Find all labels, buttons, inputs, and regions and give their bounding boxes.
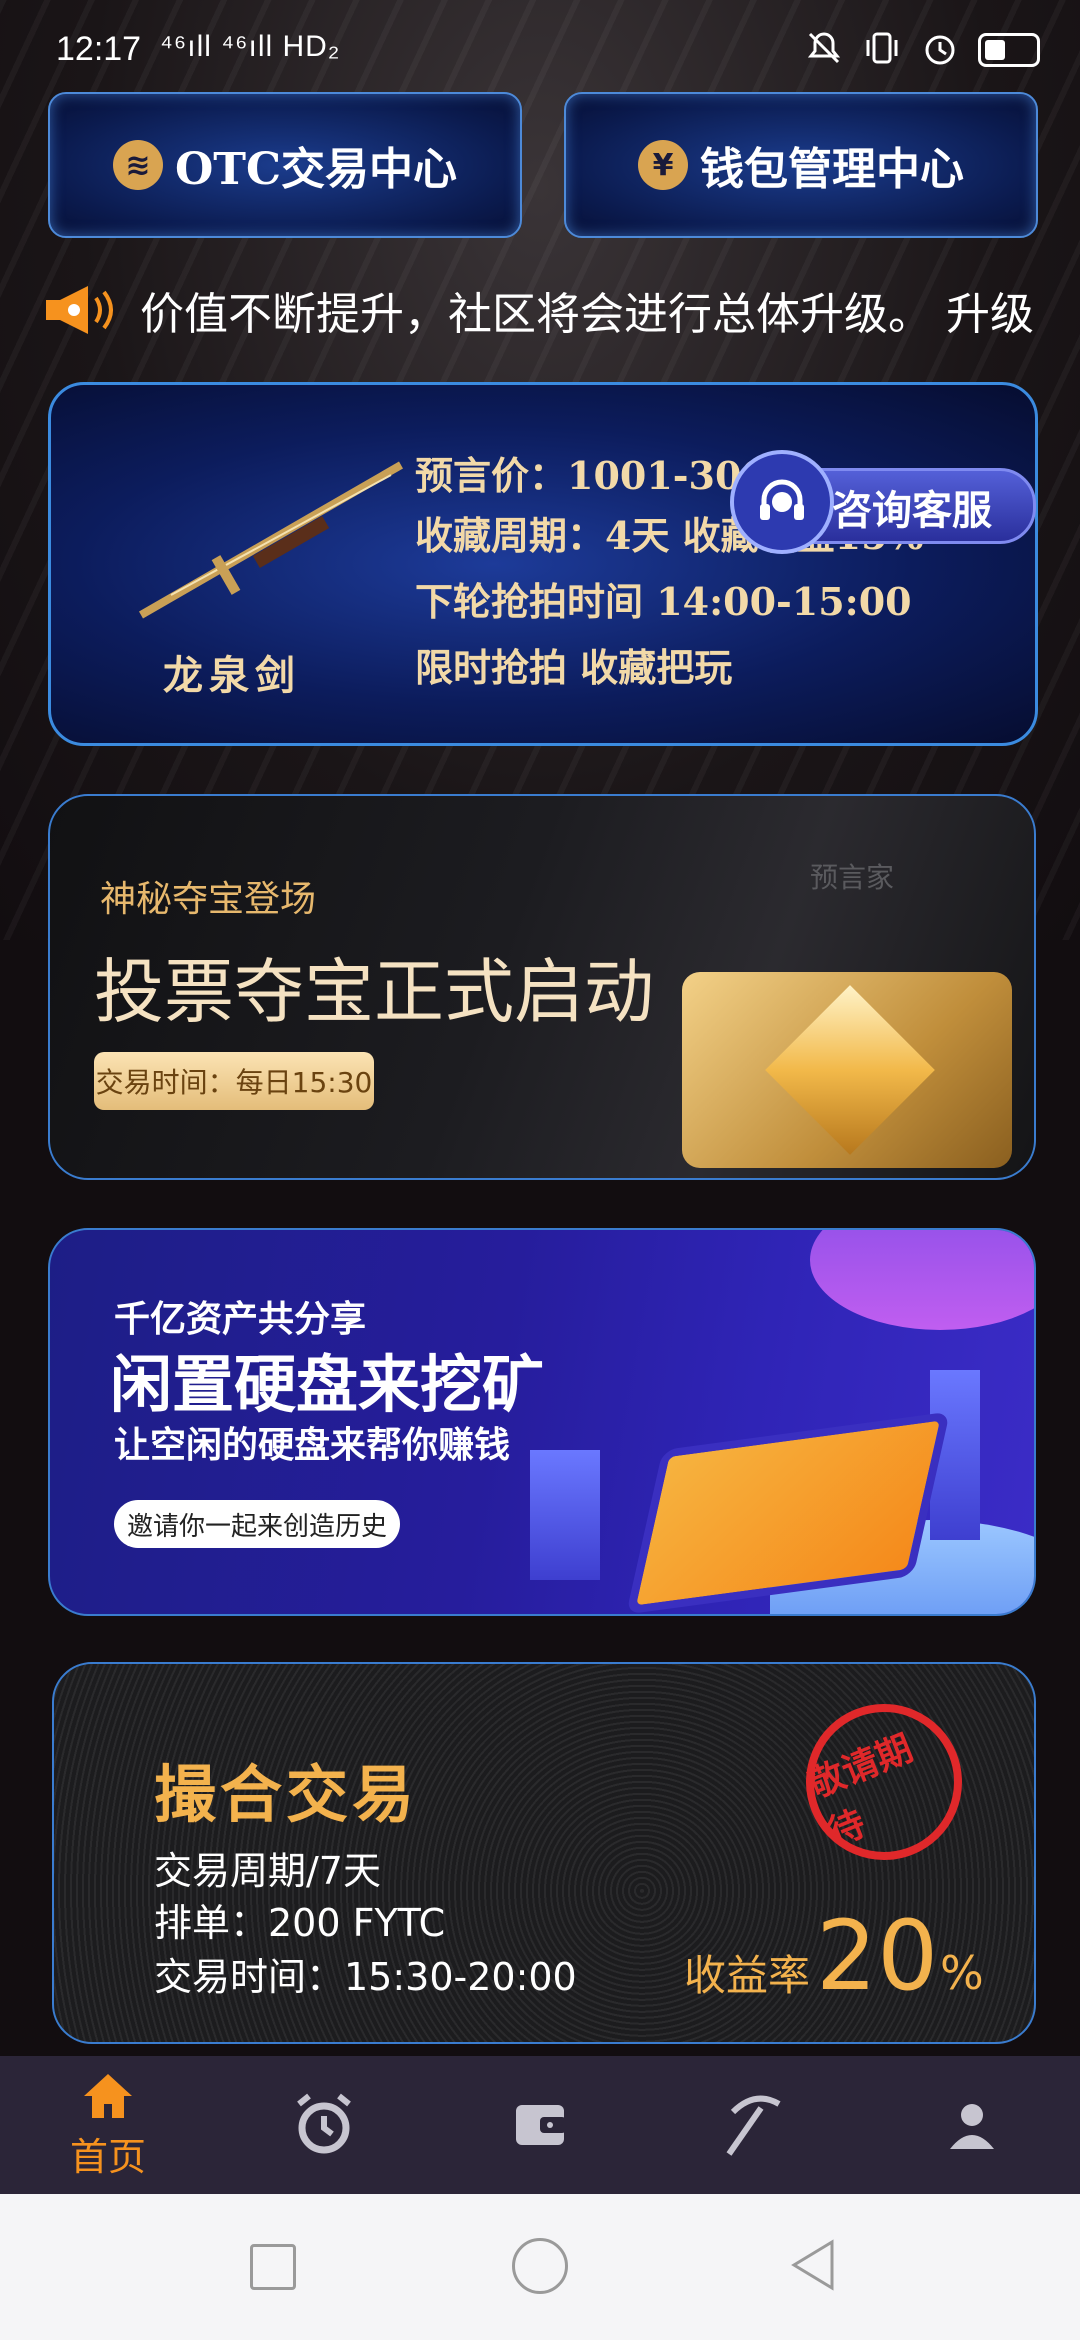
rate-value: 20 [816,1900,939,2012]
rate-unit: % [940,1946,984,2000]
battery-icon [978,33,1040,67]
status-time: 12:17 [56,30,142,68]
sword-auction-banner[interactable]: 预言价：1001-3000 收藏周期：4天 收藏收益15% 下轮抢拍时间 14:… [48,382,1038,746]
wallet-management-label: 钱包管理中心 [700,144,964,195]
decor-blob [810,1230,1034,1330]
matching-trade-card[interactable]: 撮合交易 交易周期/7天 排单：200 FYTC 交易时间：15:30-20:0… [52,1662,1036,2044]
nav-item-wallet[interactable] [432,2056,648,2194]
nav-item-home[interactable]: 首页 [0,2056,216,2194]
notice-marquee[interactable]: 价值不断提升，社区将会进行总体升级。 升级 [40,275,1040,345]
profile-icon [950,2104,994,2149]
wallet-icon [516,2105,566,2145]
otc-trade-center-label: OTC交易中心 [174,144,458,195]
match-title: 撮合交易 [154,1758,419,1831]
megaphone-icon [40,280,120,340]
wallet-management-button[interactable]: ¥ 钱包管理中心 [564,92,1038,238]
otc-trade-center-button[interactable]: ≋ OTC交易中心 [48,92,522,238]
nav-home-label: 首页 [69,2134,146,2179]
headset-icon [730,450,834,554]
system-nav-bar [0,2194,1080,2340]
match-time: 交易时间：15:30-20:00 [154,1955,577,1999]
sword-image [139,461,403,619]
mining-line3: 让空闲的硬盘来帮你赚钱 [114,1425,511,1466]
vip-subtitle: 神秘夺宝登场 [100,879,317,920]
sword-next-round: 下轮抢拍时间 14:00-15:00 [415,579,912,624]
match-queue: 排单：200 FYTC [154,1901,446,1945]
clock-icon [297,2093,351,2154]
vote-treasure-banner[interactable]: 神秘夺宝登场 投票夺宝正式启动 交易时间：每日15:30 预言家 [48,794,1036,1180]
match-cycle: 交易周期/7天 [154,1849,381,1893]
alarm-icon [920,28,960,72]
vip-badge: 预言家 [810,861,895,894]
vip-trade-time-tag: 交易时间：每日15:30 [94,1052,374,1110]
home-icon [84,2073,132,2118]
back-button[interactable] [788,2238,838,2292]
mute-icon [804,28,844,72]
notice-text: 价值不断提升，社区将会进行总体升级。 升级 [140,289,1034,340]
mining-line2: 闲置硬盘来挖矿 [110,1348,545,1421]
nav-item-profile[interactable] [864,2056,1080,2194]
mining-banner[interactable]: 千亿资产共分享 闲置硬盘来挖矿 让空闲的硬盘来帮你赚钱 邀请你一起来创造历史 [48,1228,1036,1616]
sword-name: 龙泉剑 [163,652,301,699]
customer-service-label: 咨询客服 [832,488,992,534]
status-bar: 12:17 ⁴⁶ıll ⁴⁶ıll HD₂ [0,0,1080,100]
customer-service-button[interactable]: 咨询客服 [730,440,1036,554]
bottom-nav: 首页 [0,2056,1080,2194]
status-icons [804,28,1040,72]
rate-label: 收益率 [684,1951,811,2000]
vibrate-icon [862,28,902,72]
coins-icon: ≋ [112,140,163,190]
home-button[interactable] [512,2238,568,2294]
invite-button[interactable]: 邀请你一起来创造历史 [114,1500,400,1548]
yen-icon: ¥ [638,140,688,190]
decor-column [530,1450,600,1580]
network-indicator: ⁴⁶ıll ⁴⁶ıll HD₂ [160,30,341,63]
pickaxe-icon [726,2095,781,2156]
sword-slogan: 限时抢拍 收藏把玩 [415,645,733,690]
vip-title: 投票夺宝正式启动 [94,951,654,1033]
nav-item-mining[interactable] [648,2056,864,2194]
coming-soon-stamp: 敬请期待 [782,1680,986,1884]
nav-item-clock[interactable] [216,2056,432,2194]
recent-apps-button[interactable] [250,2244,296,2290]
